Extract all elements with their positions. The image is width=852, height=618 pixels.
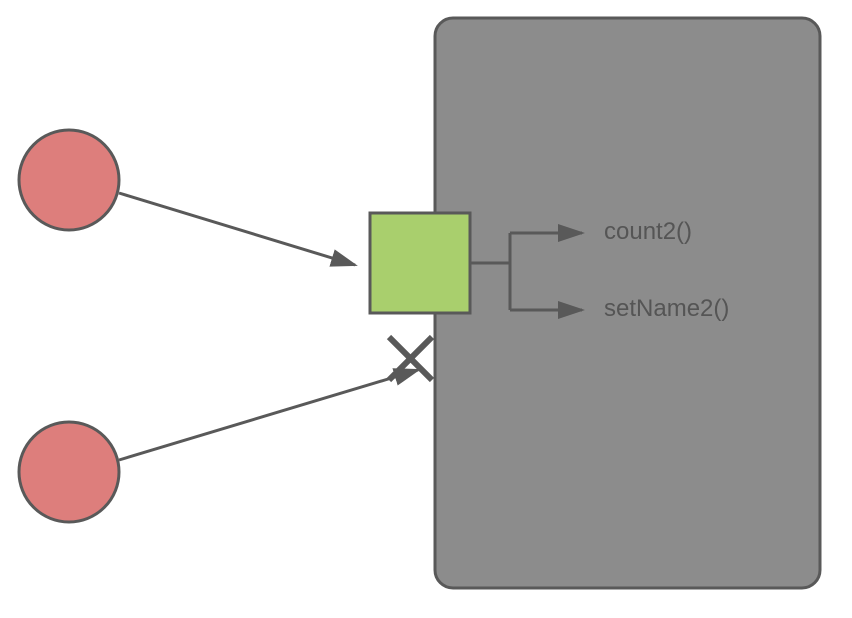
proxy-box	[370, 213, 470, 313]
method-label-bottom: setName2()	[604, 295, 729, 323]
arrow-bottom-blocked	[119, 370, 418, 460]
requester-circle-bottom	[19, 422, 119, 522]
arrow-top-to-proxy	[119, 193, 355, 265]
method-label-top: count2()	[604, 218, 692, 246]
requester-circle-top	[19, 130, 119, 230]
